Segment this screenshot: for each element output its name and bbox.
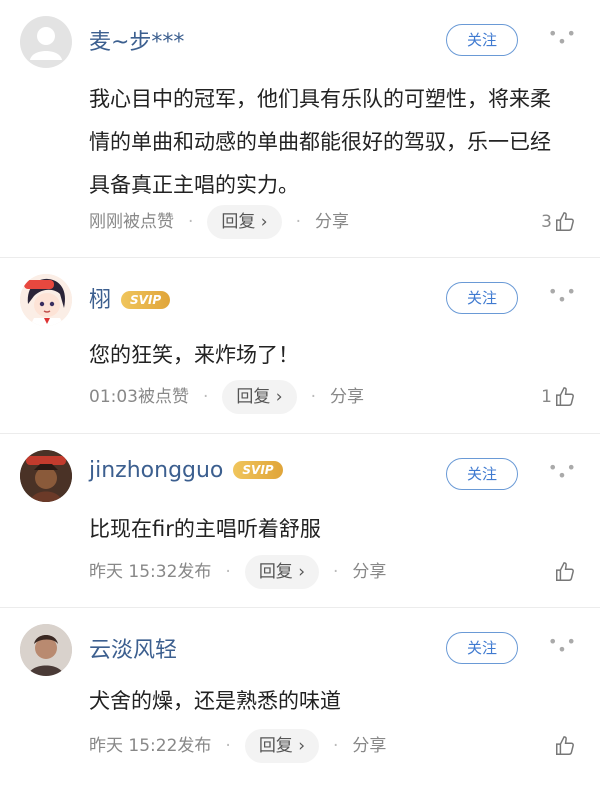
- follow-button[interactable]: 关注: [446, 282, 518, 314]
- separator-dot: ·: [295, 212, 302, 232]
- user-avatar[interactable]: [20, 624, 72, 676]
- username-row: jinzhongguo SVIP: [89, 458, 283, 483]
- comment-item: jinzhongguo SVIP 关注 • • • 比现在fir的主唱听着舒服 昨…: [0, 434, 600, 608]
- comment-text: 您的狂笑，来炸场了！: [89, 343, 299, 367]
- separator-dot: ·: [203, 387, 209, 407]
- comment-item: 栩 SVIP 关注 • • • 您的狂笑，来炸场了！ 01:03被点赞 · 回复 › ·…: [0, 258, 600, 434]
- username-row: 栩 SVIP: [89, 282, 171, 314]
- reply-label: 回复: [258, 736, 293, 756]
- follow-button[interactable]: 关注: [446, 632, 518, 664]
- more-options-icon[interactable]: • • •: [548, 284, 578, 308]
- svip-badge: SVIP: [121, 291, 171, 309]
- user-avatar[interactable]: [20, 274, 72, 326]
- more-options-icon[interactable]: • • •: [548, 634, 578, 658]
- comment-meta: 刚刚被点赞 · 回复 › · 分享: [89, 205, 349, 239]
- like-button[interactable]: [552, 729, 576, 763]
- reply-button[interactable]: 回复 ›: [244, 555, 320, 589]
- separator-dot: ·: [225, 736, 231, 756]
- username[interactable]: jinzhongguo: [89, 458, 223, 483]
- separator-dot: ·: [310, 387, 317, 407]
- user-avatar[interactable]: [20, 16, 72, 68]
- thumbs-up-icon: [556, 562, 574, 581]
- comment-item: 云淡风轻 关注 • • • 犬舍的燥，还是熟悉的味道 昨天 15:22发布 · 回复…: [0, 608, 600, 786]
- share-button[interactable]: 分享: [352, 562, 386, 582]
- like-button[interactable]: 1: [541, 380, 576, 414]
- username[interactable]: 云淡风轻: [89, 632, 177, 664]
- like-button[interactable]: [552, 555, 576, 589]
- thumbs-up-icon: [556, 387, 574, 406]
- thumbs-up-icon: [556, 212, 574, 231]
- more-options-icon[interactable]: • • •: [548, 26, 578, 50]
- photo-avatar: [20, 624, 72, 676]
- timestamp: 01:03被点赞: [89, 387, 189, 407]
- follow-button[interactable]: 关注: [446, 24, 518, 56]
- share-button[interactable]: 分享: [330, 387, 364, 407]
- reply-button[interactable]: 回复 ›: [207, 205, 282, 239]
- username[interactable]: 栩: [89, 288, 111, 313]
- separator-dot: ·: [333, 736, 339, 756]
- comment-item: 麦~步*** 关注 • • • 我心目中的冠军，他们具有乐队的可塑性，将来柔情的…: [0, 0, 600, 258]
- reply-button[interactable]: 回复 ›: [222, 380, 297, 414]
- user-avatar[interactable]: [20, 450, 72, 502]
- default-avatar-icon: [30, 27, 62, 60]
- share-button[interactable]: 分享: [352, 736, 386, 756]
- like-count: 1: [541, 387, 552, 407]
- comment-meta: 昨天 15:22发布 · 回复 › · 分享: [89, 729, 386, 763]
- comment-meta: 01:03被点赞 · 回复 › · 分享: [89, 380, 364, 414]
- like-count: 3: [541, 212, 552, 232]
- separator-dot: ·: [333, 562, 339, 582]
- svip-badge: SVIP: [233, 461, 283, 479]
- separator-dot: ·: [225, 562, 231, 582]
- timestamp: 昨天 15:22发布: [89, 736, 212, 756]
- thumbs-up-icon: [556, 736, 574, 755]
- separator-dot: ·: [188, 212, 194, 232]
- follow-button[interactable]: 关注: [446, 458, 518, 490]
- comment-text: 犬舍的燥，还是熟悉的味道: [89, 689, 341, 713]
- anime-girl-avatar: [20, 274, 72, 326]
- comment-text: 我心目中的冠军，他们具有乐队的可塑性，将来柔情的单曲和动感的单曲都能很好的驾驭，…: [89, 87, 551, 197]
- reply-label: 回复: [236, 387, 271, 407]
- like-button[interactable]: 3: [541, 205, 576, 239]
- timestamp: 昨天 15:32发布: [89, 562, 212, 582]
- timestamp: 刚刚被点赞: [89, 212, 174, 232]
- more-options-icon[interactable]: • • •: [548, 460, 578, 484]
- share-button[interactable]: 分享: [315, 212, 349, 232]
- comment-meta: 昨天 15:32发布 · 回复 › · 分享: [89, 555, 386, 589]
- reply-label: 回复: [258, 562, 293, 582]
- username[interactable]: 麦~步***: [89, 24, 184, 56]
- comment-text: 比现在fir的主唱听着舒服: [89, 517, 321, 541]
- reply-button[interactable]: 回复 ›: [244, 729, 320, 763]
- warrior-avatar: [20, 450, 72, 502]
- reply-label: 回复: [221, 212, 256, 232]
